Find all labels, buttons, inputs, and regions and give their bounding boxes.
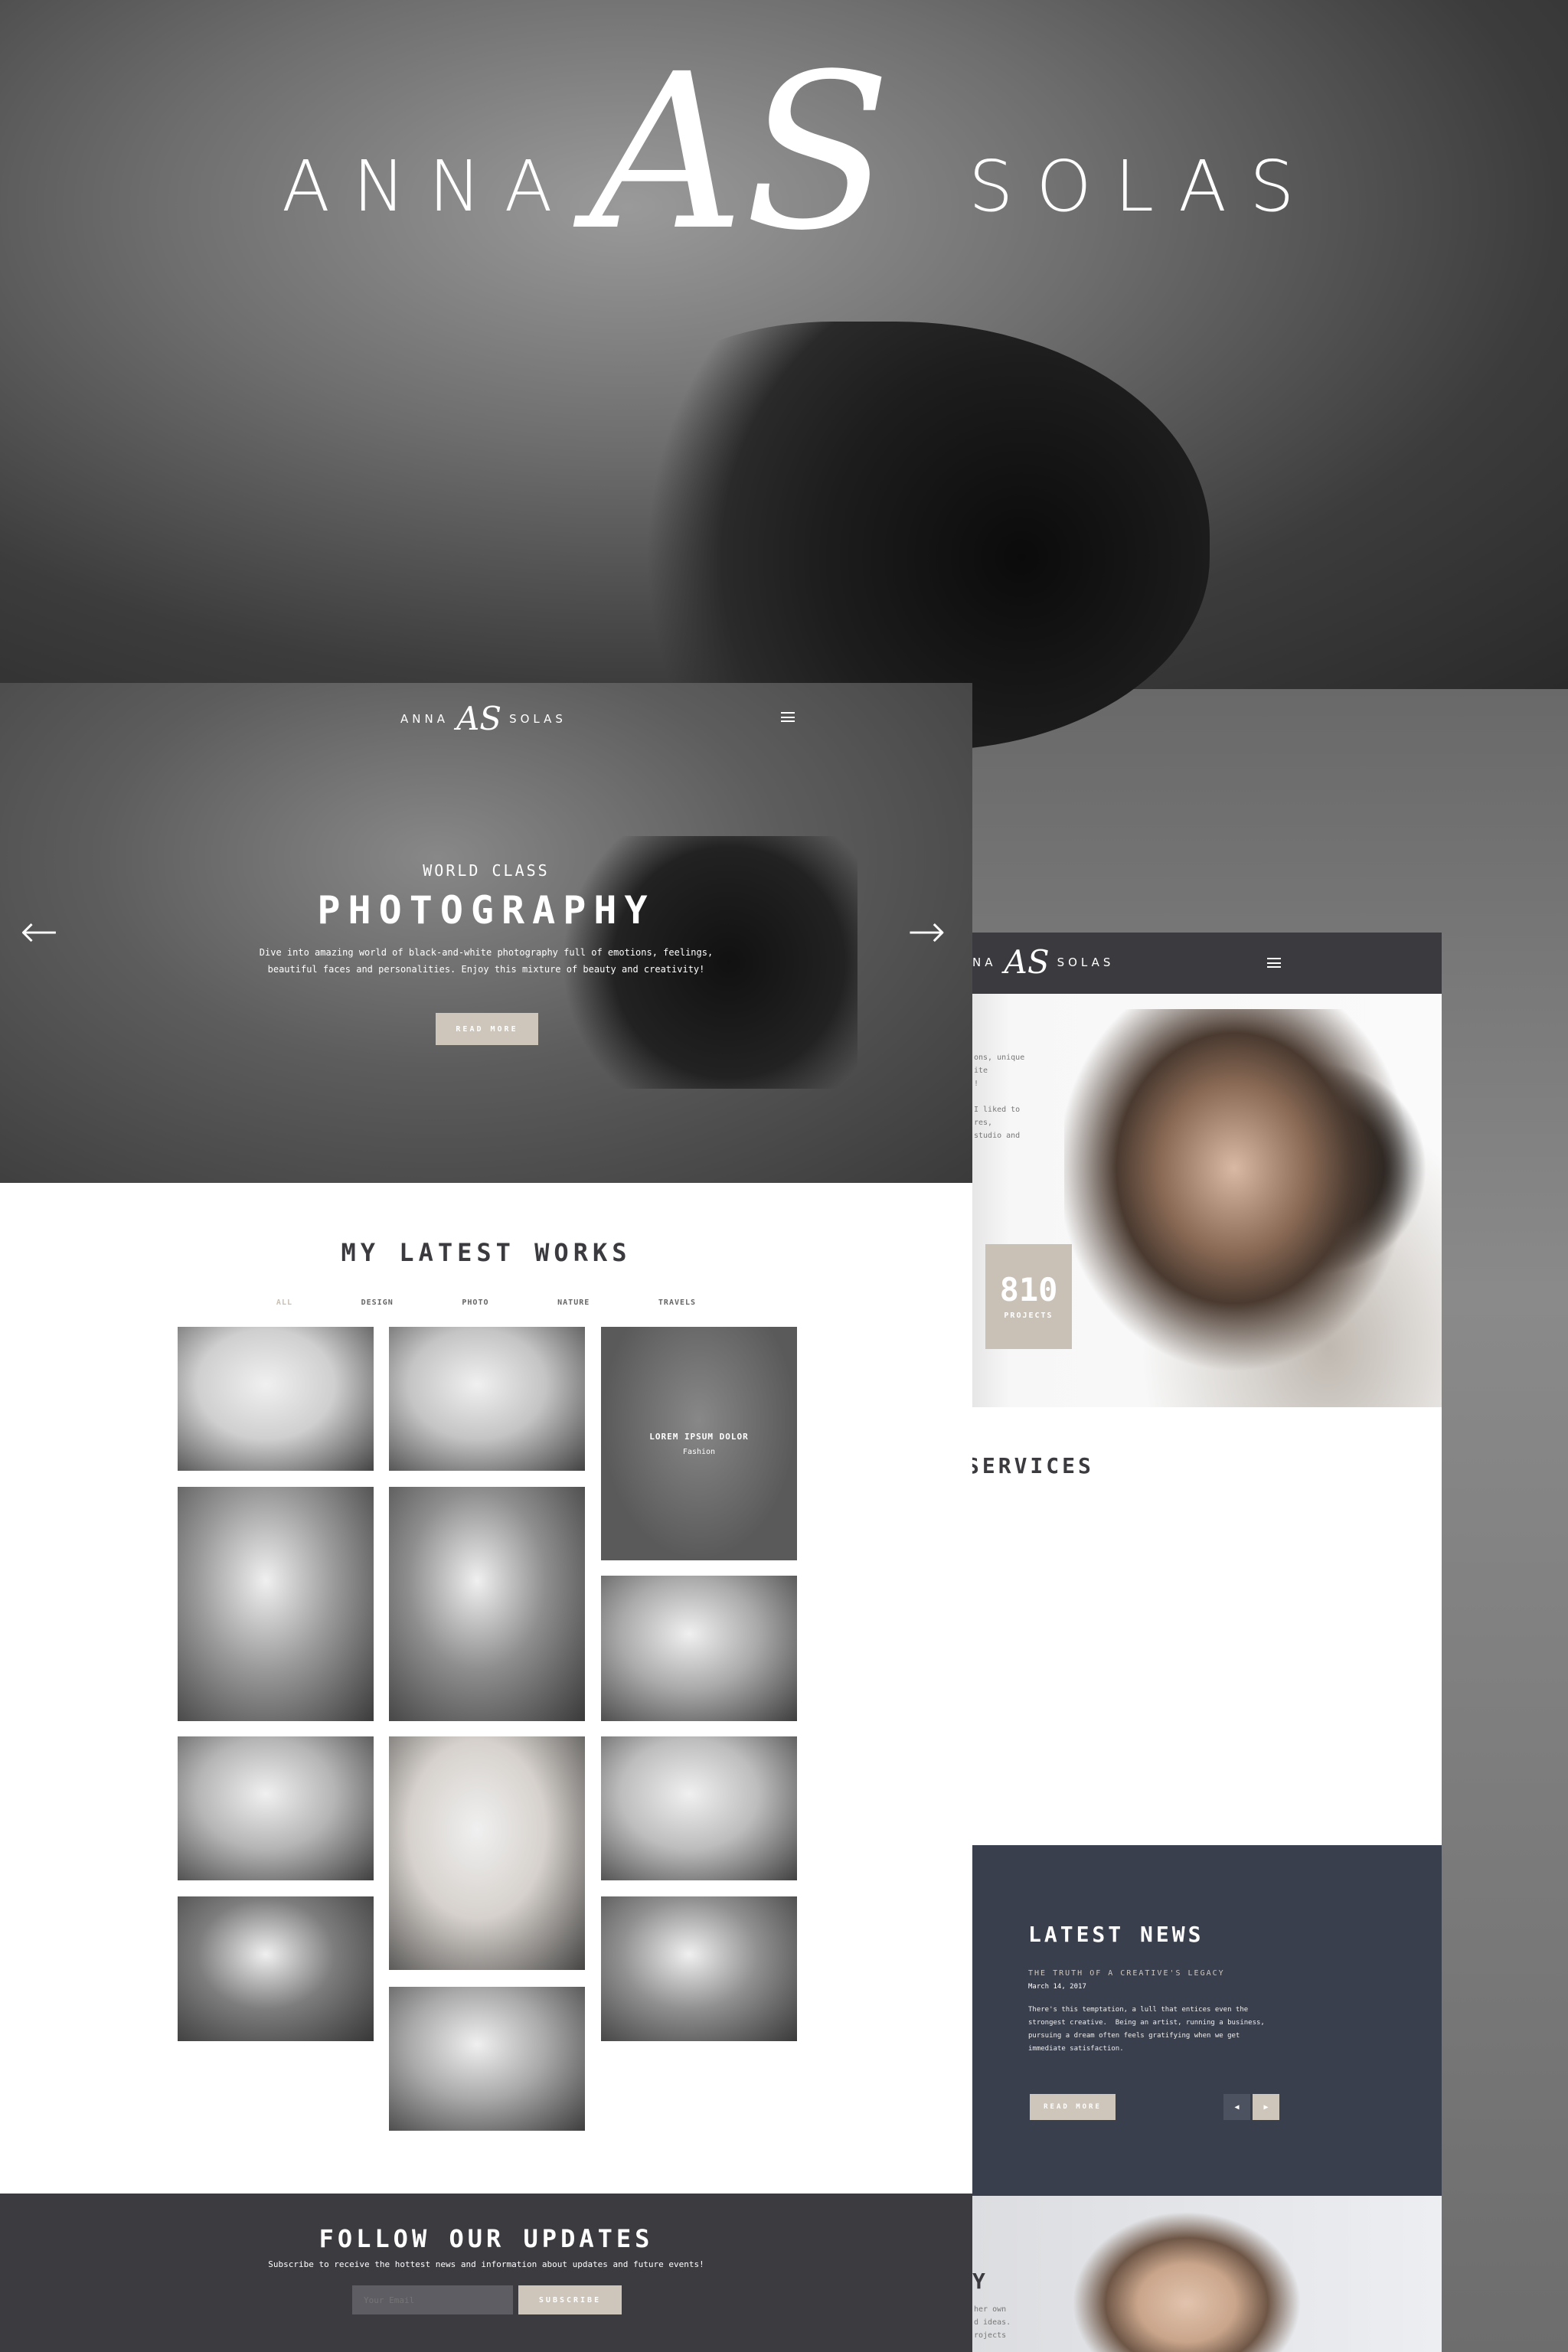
portfolio-item[interactable]	[389, 1736, 585, 1970]
bio-heading: Y	[972, 2269, 985, 2294]
projects-counter: 810 PROJECTS	[985, 1244, 1072, 1349]
portfolio-item[interactable]	[601, 1736, 797, 1880]
news-post-title[interactable]: THE TRUTH OF A CREATIVE'S LEGACY	[1028, 1969, 1225, 1978]
filter-nature[interactable]: NATURE	[557, 1298, 590, 1307]
portfolio-item-hovered[interactable]: LOREM IPSUM DOLOR Fashion	[601, 1327, 797, 1560]
news-date: March 14, 2017	[1028, 1983, 1086, 1991]
news-read-more-button[interactable]: READ MORE	[1030, 2094, 1116, 2120]
about-section: ons, unique ite ! I liked to res, studio…	[972, 994, 1442, 1407]
counter-label: PROJECTS	[1004, 1312, 1054, 1320]
read-more-button[interactable]: READ MORE	[436, 1013, 538, 1045]
hero-title: PHOTOGRAPHY	[317, 888, 655, 933]
logo-last: SOLAS	[509, 711, 567, 726]
bio-section: Y her own d ideas. rojects	[972, 2196, 1442, 2352]
logo-monogram: AS	[1004, 943, 1050, 981]
hero-slider: ANNA AS SOLAS ← → WORLD CLASS PHOTOGRAPH…	[0, 683, 972, 1183]
footer-title: FOLLOW OUR UPDATES	[318, 2224, 654, 2253]
news-section: LATEST NEWS THE TRUTH OF A CREATIVE'S LE…	[972, 1845, 1442, 2196]
mobile-logo[interactable]: NA AS SOLAS	[972, 943, 1114, 981]
logo-monogram: AS	[456, 700, 502, 737]
services-title: SERVICES	[972, 1453, 1094, 1478]
portfolio-item-category: Fashion	[682, 1447, 716, 1456]
portfolio-item[interactable]	[389, 1987, 585, 2131]
nav-logo[interactable]: ANNA AS SOLAS	[400, 700, 567, 737]
photographer-photo	[1064, 1009, 1442, 1407]
brand-monogram-logo: AS	[590, 28, 892, 278]
news-prev-button[interactable]: ◀	[1223, 2094, 1250, 2120]
works-filters: ALL DESIGN PHOTO NATURE TRAVELS	[0, 1293, 972, 1308]
filter-all[interactable]: ALL	[276, 1298, 292, 1307]
logo-first: ANNA	[400, 711, 449, 726]
hamburger-icon[interactable]	[781, 712, 795, 722]
portfolio-item[interactable]	[601, 1896, 797, 2041]
about-text: ons, unique ite ! I liked to res, studio…	[974, 1054, 1025, 1140]
news-title: LATEST NEWS	[1028, 1922, 1204, 1947]
email-input[interactable]	[352, 2285, 513, 2314]
news-body: There's this temptation, a lull that ent…	[1028, 2006, 1265, 2053]
bio-text: her own d ideas. rojects	[974, 2305, 1011, 2340]
portfolio-item[interactable]	[178, 1487, 374, 1721]
logo-last: SOLAS	[1057, 955, 1115, 969]
portfolio-item[interactable]	[178, 1896, 374, 2041]
portfolio-item[interactable]	[601, 1576, 797, 1721]
counter-value: 810	[999, 1271, 1058, 1308]
portfolio-item[interactable]	[389, 1487, 585, 1721]
filter-travels[interactable]: TRAVELS	[658, 1298, 696, 1307]
portfolio-item-title: LOREM IPSUM DOLOR	[649, 1431, 749, 1442]
newsletter-footer: FOLLOW OUR UPDATES Subscribe to receive …	[0, 2194, 972, 2352]
works-title: MY LATEST WORKS	[341, 1238, 632, 1267]
brand-first-name: ANNA	[282, 145, 576, 227]
subscribe-button[interactable]: SUBSCRIBE	[518, 2285, 622, 2314]
portfolio-item[interactable]	[389, 1327, 585, 1471]
hamburger-icon[interactable]	[1267, 958, 1281, 968]
portfolio-item[interactable]	[178, 1736, 374, 1880]
mobile-header: NA AS SOLAS	[972, 933, 1442, 994]
tablet-mockup: NA AS SOLAS ons, unique ite ! I liked to…	[972, 933, 1442, 2352]
hero-kicker: WORLD CLASS	[423, 861, 550, 880]
news-next-button[interactable]: ▶	[1253, 2094, 1279, 2120]
logo-first: NA	[972, 955, 997, 969]
filter-design[interactable]: DESIGN	[361, 1298, 394, 1307]
hero-body-line2: beautiful faces and personalities. Enjoy…	[267, 964, 705, 975]
filter-photo[interactable]: PHOTO	[462, 1298, 488, 1307]
hero-body-line1: Dive into amazing world of black-and-whi…	[259, 947, 714, 958]
footer-subtitle: Subscribe to receive the hottest news an…	[268, 2259, 704, 2269]
portfolio-item[interactable]	[178, 1327, 374, 1471]
brand-last-name: SOLAS	[969, 145, 1318, 227]
portrait-photo	[1072, 2211, 1302, 2352]
desktop-mockup: ANNA AS SOLAS ← → WORLD CLASS PHOTOGRAPH…	[0, 683, 972, 2352]
